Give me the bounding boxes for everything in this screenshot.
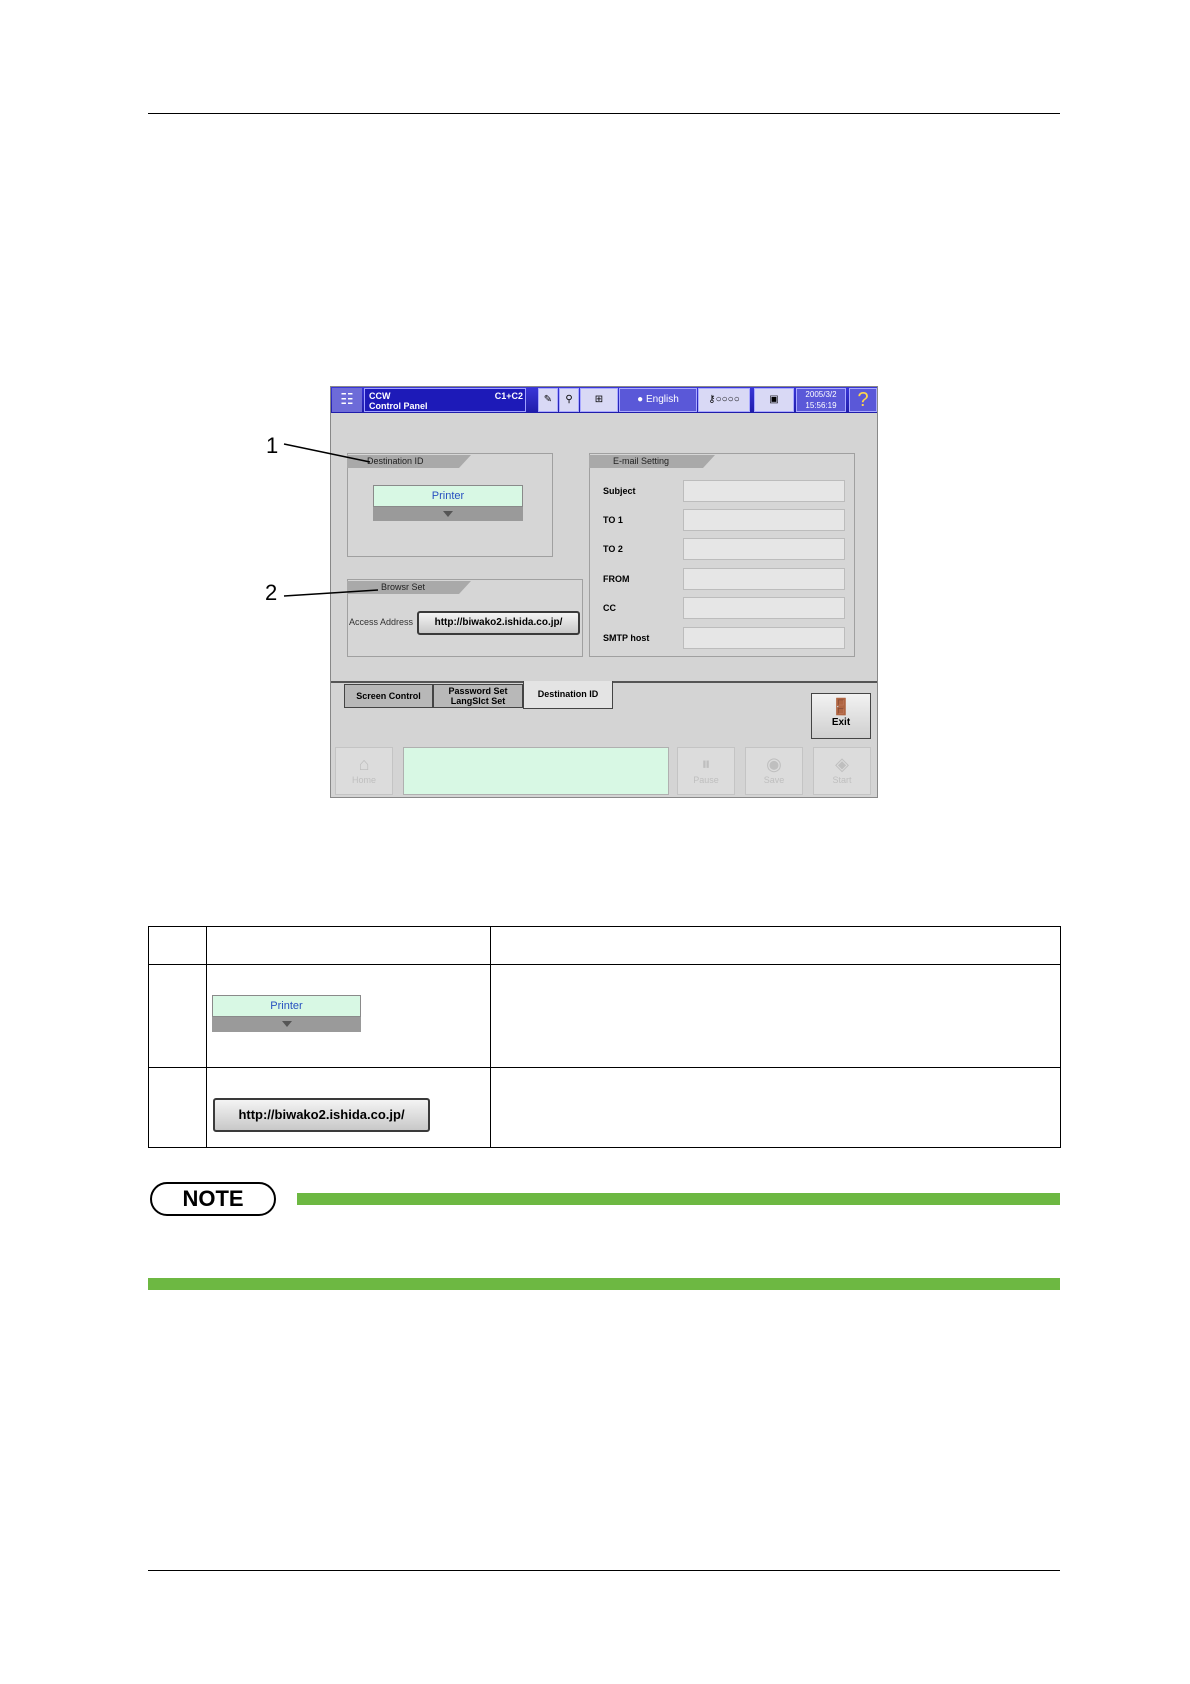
tab-destination-id[interactable]: Destination ID <box>523 681 613 709</box>
mode-code: C1+C2 <box>494 391 523 401</box>
time-display: 15:56:19 <box>805 401 837 410</box>
table-cell <box>490 1067 1061 1148</box>
subject-field[interactable] <box>683 480 845 502</box>
to2-label: TO 2 <box>603 544 623 554</box>
control-panel-screenshot: ☷ CCW Control Panel C1+C2 ✎ ⚲ ⊞ ● Englis… <box>330 386 878 798</box>
table-destination-select: Printer <box>212 995 361 1017</box>
date-display: 2005/3/2 <box>805 390 837 399</box>
access-address-label: Access Address <box>349 617 414 627</box>
home-icon: ⌂ <box>358 754 370 774</box>
exit-door-icon: 🚪 <box>831 699 851 716</box>
network-icon[interactable]: ⊞ <box>580 388 618 412</box>
start-label: Start <box>832 775 852 785</box>
to2-field[interactable] <box>683 538 845 560</box>
callout-1: 1 <box>266 433 279 458</box>
help-button[interactable]: ? <box>849 388 877 412</box>
from-field[interactable] <box>683 568 845 590</box>
access-address-button[interactable]: http://biwako2.ishida.co.jp/ <box>417 611 580 635</box>
destination-select[interactable]: Printer <box>373 485 523 507</box>
save-label: Save <box>763 775 785 785</box>
app-title-line2: Control Panel <box>369 401 428 411</box>
table-url-button: http://biwako2.ishida.co.jp/ <box>213 1098 430 1132</box>
table-cell <box>148 964 207 1068</box>
table-cell <box>490 926 1061 965</box>
language-button[interactable]: ● English <box>619 388 697 412</box>
home-label: Home <box>351 775 376 785</box>
start-icon: ◈ <box>835 754 849 774</box>
chevron-down-icon <box>282 1021 292 1027</box>
callout-1-line <box>283 443 371 463</box>
home-button[interactable]: ⌂ Home <box>335 747 393 795</box>
header-rule <box>148 113 1060 114</box>
note-label: NOTE <box>150 1182 276 1216</box>
destination-dropdown-button[interactable] <box>373 507 523 521</box>
cc-label: CC <box>603 603 616 613</box>
table-row: http://biwako2.ishida.co.jp/ <box>148 1067 1061 1148</box>
table-row: Printer <box>148 964 1061 1068</box>
pause-icon: ⏸ <box>701 754 711 774</box>
monitor-icon[interactable]: ▣ <box>754 388 794 412</box>
to1-field[interactable] <box>683 509 845 531</box>
tab-password-langslct[interactable]: Password Set LangSlct Set <box>433 684 523 708</box>
table-cell <box>490 964 1061 1068</box>
globe-icon: ● <box>637 394 644 405</box>
app-title: CCW Control Panel C1+C2 <box>364 388 526 412</box>
pause-label: Pause <box>693 775 719 785</box>
app-logo-icon: ☷ <box>332 388 362 412</box>
table-dropdown-bar <box>212 1017 361 1032</box>
subject-label: Subject <box>603 486 636 496</box>
chevron-down-icon <box>443 511 453 517</box>
footer-rule <box>148 1570 1060 1571</box>
tab-password-label: Password Set <box>448 686 508 696</box>
smtp-host-label: SMTP host <box>603 633 650 643</box>
antenna-icon[interactable]: ⚲ <box>559 388 579 412</box>
clock: 2005/3/2 15:56:19 <box>796 388 846 412</box>
message-area <box>403 747 669 795</box>
note-bottom-bar <box>148 1278 1060 1290</box>
start-button[interactable]: ◈ Start <box>813 747 871 795</box>
save-button[interactable]: ◉ Save <box>745 747 803 795</box>
email-setting-tab: E-mail Setting <box>589 455 715 468</box>
callout-2: 2 <box>265 580 278 605</box>
exit-button[interactable]: 🚪 Exit <box>811 693 871 739</box>
table-cell: Printer <box>206 964 491 1068</box>
to1-label: TO 1 <box>603 515 623 525</box>
note-top-bar <box>297 1193 1060 1205</box>
save-icon: ◉ <box>766 754 782 774</box>
key-indicator-icon[interactable]: ⚷○○○○ <box>698 388 750 412</box>
table-cell <box>148 1067 207 1148</box>
language-label: English <box>646 394 679 405</box>
exit-label: Exit <box>831 717 851 728</box>
table-cell <box>148 926 207 965</box>
pause-button[interactable]: ⏸ Pause <box>677 747 735 795</box>
top-bar: ☷ CCW Control Panel C1+C2 ✎ ⚲ ⊞ ● Englis… <box>331 387 877 413</box>
table-header-row <box>148 926 1061 965</box>
callout-2-line <box>283 589 379 597</box>
tab-langslct-label: LangSlct Set <box>450 696 506 706</box>
table-cell: http://biwako2.ishida.co.jp/ <box>206 1067 491 1148</box>
tab-screen-control[interactable]: Screen Control <box>344 684 433 708</box>
smtp-host-field[interactable] <box>683 627 845 649</box>
table-cell <box>206 926 491 965</box>
from-label: FROM <box>603 574 630 584</box>
edit-icon[interactable]: ✎ <box>538 388 558 412</box>
cc-field[interactable] <box>683 597 845 619</box>
description-table: Printer http://biwako2.ishida.co.jp/ <box>148 926 1061 1148</box>
